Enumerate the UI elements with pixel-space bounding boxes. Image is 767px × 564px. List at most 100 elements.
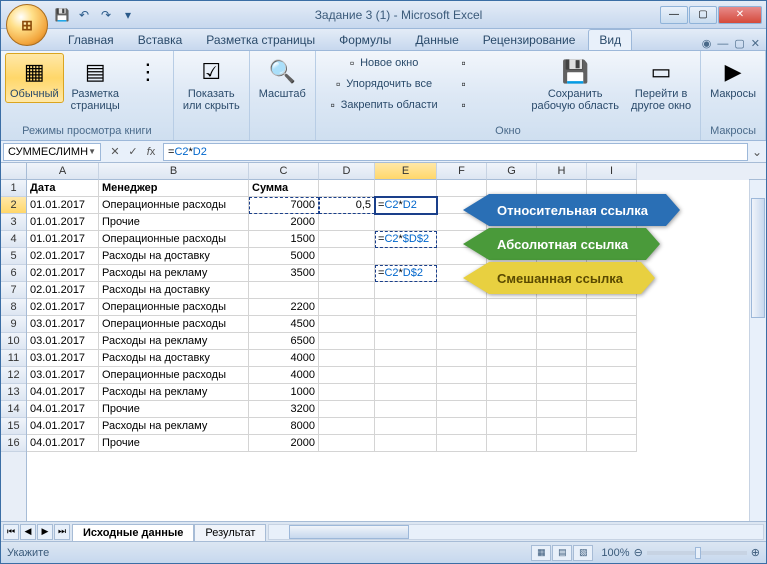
cell[interactable]: 2000 [249,214,319,231]
cell[interactable]: Прочие [99,401,249,418]
cell[interactable]: 02.01.2017 [27,265,99,282]
fx-icon[interactable]: fx [143,144,159,160]
view-more-button[interactable]: ⋮ [127,53,169,91]
cell[interactable] [587,384,637,401]
cell[interactable] [319,265,375,282]
cell[interactable] [375,401,437,418]
cell[interactable] [487,333,537,350]
row-header[interactable]: 5 [1,248,26,265]
cell[interactable]: 2000 [249,435,319,452]
row-header[interactable]: 11 [1,350,26,367]
cell[interactable] [319,350,375,367]
cell[interactable] [537,401,587,418]
cell[interactable]: Прочие [99,435,249,452]
cell[interactable] [375,214,437,231]
cell[interactable]: 03.01.2017 [27,350,99,367]
cell[interactable]: 02.01.2017 [27,282,99,299]
row-header[interactable]: 13 [1,384,26,401]
cell[interactable] [537,384,587,401]
cell[interactable]: 04.01.2017 [27,435,99,452]
switchwindow-button[interactable]: ▭ Перейти в другое окно [626,53,696,115]
tab-pagelayout[interactable]: Разметка страницы [195,29,326,50]
cell[interactable]: 03.01.2017 [27,316,99,333]
hscroll-thumb[interactable] [289,525,409,539]
close-button[interactable]: ✕ [718,6,762,24]
cell[interactable] [437,299,487,316]
view-normal-icon[interactable]: ▦ [531,545,551,561]
cell[interactable]: Операционные расходы [99,316,249,333]
cell[interactable] [319,248,375,265]
cell[interactable]: 03.01.2017 [27,367,99,384]
cell[interactable] [319,418,375,435]
row-header[interactable]: 8 [1,299,26,316]
cell[interactable]: Расходы на доставку [99,282,249,299]
qat-dropdown-icon[interactable]: ▾ [119,6,137,24]
cell[interactable] [319,180,375,197]
undo-icon[interactable]: ↶ [75,6,93,24]
view-page-icon[interactable]: ▤ [552,545,572,561]
cell[interactable] [437,316,487,333]
col-header-c[interactable]: C [249,163,319,180]
col-header-b[interactable]: B [99,163,249,180]
freeze-button[interactable]: ▫Закрепить области [320,95,443,115]
cell[interactable] [587,333,637,350]
arrange-button[interactable]: ▫Упорядочить все [320,74,443,94]
cell[interactable]: 4000 [249,350,319,367]
cell[interactable] [487,299,537,316]
cell[interactable] [537,333,587,350]
cell[interactable] [375,435,437,452]
showhide-button[interactable]: ☑ Показать или скрыть [178,53,245,115]
cell[interactable]: Операционные расходы [99,367,249,384]
expand-formula-bar-icon[interactable]: ⌄ [748,145,766,159]
cell[interactable] [487,384,537,401]
office-button[interactable]: ⊞ [6,4,48,46]
cell[interactable] [319,401,375,418]
row-header[interactable]: 16 [1,435,26,452]
zoom-in-icon[interactable]: ⊕ [751,546,760,559]
cell[interactable]: Расходы на рекламу [99,333,249,350]
cell[interactable]: 04.01.2017 [27,418,99,435]
cell[interactable] [437,350,487,367]
tab-data[interactable]: Данные [404,29,469,50]
cell[interactable] [437,384,487,401]
cell[interactable]: Менеджер [99,180,249,197]
view-normal-button[interactable]: ▦ Обычный [5,53,64,103]
sheet-nav-prev-icon[interactable]: ◀ [20,524,36,540]
cell[interactable] [437,333,487,350]
cell[interactable] [319,384,375,401]
formula-input[interactable]: =C2*D2 [163,143,748,161]
save-icon[interactable]: 💾 [53,6,71,24]
cell[interactable]: 02.01.2017 [27,299,99,316]
cell[interactable]: =C2*D$2 [375,265,437,282]
cell[interactable] [375,299,437,316]
cancel-formula-icon[interactable]: ✕ [107,144,123,160]
row-header[interactable]: 12 [1,367,26,384]
tab-home[interactable]: Главная [57,29,125,50]
cell[interactable] [537,435,587,452]
cell[interactable]: Расходы на рекламу [99,384,249,401]
cell[interactable]: 01.01.2017 [27,197,99,214]
cell[interactable] [437,435,487,452]
cell[interactable] [487,418,537,435]
cell[interactable] [319,214,375,231]
col-header-h[interactable]: H [537,163,587,180]
row-header[interactable]: 14 [1,401,26,418]
cell[interactable] [587,367,637,384]
cell[interactable]: =C2*D2 [375,197,437,214]
tab-insert[interactable]: Вставка [127,29,194,50]
cell[interactable]: 1000 [249,384,319,401]
unhide-button[interactable]: ▫ [451,95,477,115]
tab-review[interactable]: Рецензирование [472,29,587,50]
col-header-g[interactable]: G [487,163,537,180]
cell[interactable]: Операционные расходы [99,197,249,214]
cell[interactable]: 4000 [249,367,319,384]
cell[interactable] [587,316,637,333]
col-header-d[interactable]: D [319,163,375,180]
cell[interactable] [437,418,487,435]
cell[interactable]: Расходы на рекламу [99,418,249,435]
cell[interactable] [375,248,437,265]
cell[interactable] [319,333,375,350]
cell[interactable]: Расходы на доставку [99,350,249,367]
cell[interactable] [587,350,637,367]
row-header[interactable]: 7 [1,282,26,299]
